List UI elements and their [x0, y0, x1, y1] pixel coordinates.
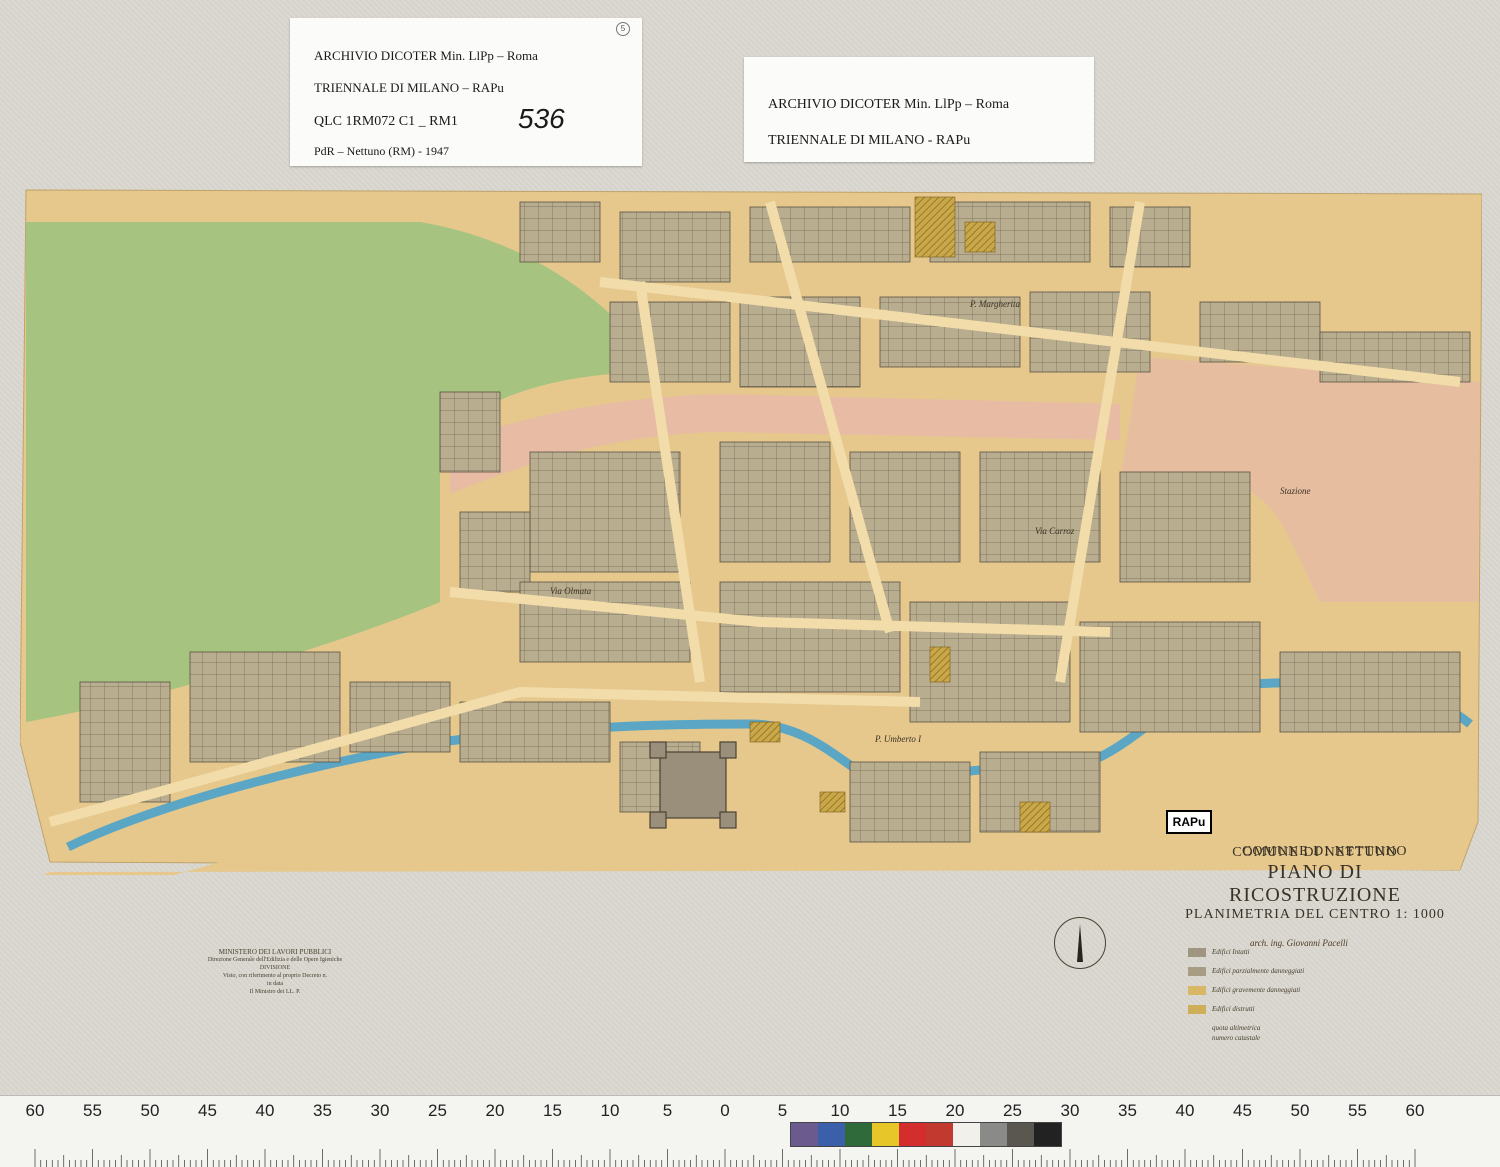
ruler-label: 60: [1405, 1101, 1425, 1120]
map-title-block: COMUNE DI NETTUNO PIANO DI RICOSTRUZIONE…: [1180, 845, 1450, 923]
color-swatch: [953, 1123, 980, 1146]
rapu-stamp: RAPu: [1166, 810, 1212, 834]
triennale-line: TRIENNALE DI MILANO – RAPu: [314, 80, 504, 95]
ruler-label: 40: [255, 1101, 275, 1120]
ruler-ticks: [34, 1149, 1416, 1167]
street-label-stazione: Stazione: [1280, 486, 1311, 496]
ruler-label: 0: [720, 1101, 730, 1120]
ruler-label: 5: [662, 1101, 673, 1120]
ministry-line: Il Ministro dei LL. P.: [249, 989, 301, 995]
legend-item: numero catastale: [1212, 1034, 1261, 1042]
archive-label-card-right: ARCHIVIO DICOTER Min. LlPp – Roma TRIENN…: [744, 57, 1094, 162]
color-swatch: [926, 1123, 953, 1146]
legend-item: quota altimetrica: [1212, 1024, 1261, 1032]
ruler-label: 5: [777, 1101, 788, 1120]
ruler-label: 20: [945, 1101, 965, 1120]
color-swatch: [899, 1123, 926, 1146]
ruler-label: 30: [1060, 1101, 1080, 1120]
color-swatch: [791, 1123, 818, 1146]
fort: [649, 741, 737, 829]
ruler-label: 25: [1003, 1101, 1022, 1120]
scale-ruler: [0, 1095, 1500, 1167]
ruler-label: 45: [1233, 1101, 1252, 1120]
signature: arch. ing. Giovanni Pacelli: [1250, 938, 1348, 948]
ruler-label: 15: [543, 1101, 562, 1120]
title-piano: PIANO DI RICOSTRUZIONE: [1229, 861, 1401, 906]
color-swatch: [1007, 1123, 1034, 1146]
document-title: PdR – Nettuno (RM) - 1947: [314, 144, 449, 158]
ministry-stamp: MINISTERO DEI LAVORI PUBBLICI Direzione …: [190, 948, 360, 996]
ruler-label: 35: [1118, 1101, 1137, 1120]
legend-item: Edifici gravemente danneggiati: [1188, 986, 1304, 1005]
ruler-label: 15: [888, 1101, 907, 1120]
legend-item: Edifici parzialmente danneggiati: [1188, 967, 1304, 986]
street-label-umberto: P. Umberto I: [874, 734, 922, 744]
north-arrow-icon: [1054, 917, 1106, 969]
ruler-label: 55: [1348, 1101, 1367, 1120]
catalog-code: QLC 1RM072 C1 _ RM1: [314, 114, 458, 129]
color-swatch: [980, 1123, 1007, 1146]
title-planimetria: PLANIMETRIA DEL CENTRO 1: 1000: [1185, 907, 1445, 922]
ruler-label: 35: [313, 1101, 332, 1120]
color-swatch: [818, 1123, 845, 1146]
ruler-label: 30: [370, 1101, 390, 1120]
ruler-label: 50: [140, 1101, 160, 1120]
title-comune: COMUNE DI NETTUNO: [1232, 845, 1398, 860]
ruler-label: 10: [600, 1101, 620, 1120]
ministry-line: in data: [266, 981, 284, 987]
color-swatch: [1034, 1123, 1061, 1146]
ruler-label: 60: [25, 1101, 45, 1120]
ruler-label: 45: [198, 1101, 217, 1120]
legend: Edifici Intatti Edifici parzialmente dan…: [1188, 948, 1304, 1044]
ministry-line: Direzione Generale dell'Edilizia e delle…: [207, 957, 343, 963]
ruler-label: 55: [83, 1101, 102, 1120]
ministry-line: Visto, con riferimento al proprio Decret…: [222, 973, 328, 979]
street-label-carroz: Via Carroz: [1035, 526, 1075, 536]
triennale-line: TRIENNALE DI MILANO - RAPu: [768, 133, 971, 148]
ruler-label: 40: [1175, 1101, 1195, 1120]
color-swatch: [845, 1123, 872, 1146]
page-mark: 5: [616, 22, 630, 36]
street-label-margherita: P. Margherita: [969, 299, 1021, 309]
ruler-label: 50: [1290, 1101, 1310, 1120]
street-label-olmata: Via Olmata: [550, 586, 592, 596]
ministry-line: DIVISIONE: [259, 965, 291, 971]
ministry-line: MINISTERO DEI LAVORI PUBBLICI: [218, 948, 332, 956]
color-calibration-strip: [790, 1122, 1062, 1147]
catalog-number: 536: [518, 103, 565, 134]
color-swatch: [872, 1123, 899, 1146]
town-plan-map: P. Margherita Via Olmata Via Carroz Staz…: [20, 189, 1482, 875]
archive-line: ARCHIVIO DICOTER Min. LlPp – Roma: [314, 48, 538, 63]
legend-item: Edifici distrutti: [1188, 1005, 1304, 1024]
ruler-label: 25: [428, 1101, 447, 1120]
archive-line: ARCHIVIO DICOTER Min. LlPp – Roma: [768, 97, 1010, 112]
ruler-label: 10: [830, 1101, 850, 1120]
archive-label-card-left: 5 ARCHIVIO DICOTER Min. LlPp – Roma TRIE…: [290, 18, 642, 166]
legend-item: Edifici Intatti: [1188, 948, 1304, 967]
ruler-label: 20: [485, 1101, 505, 1120]
